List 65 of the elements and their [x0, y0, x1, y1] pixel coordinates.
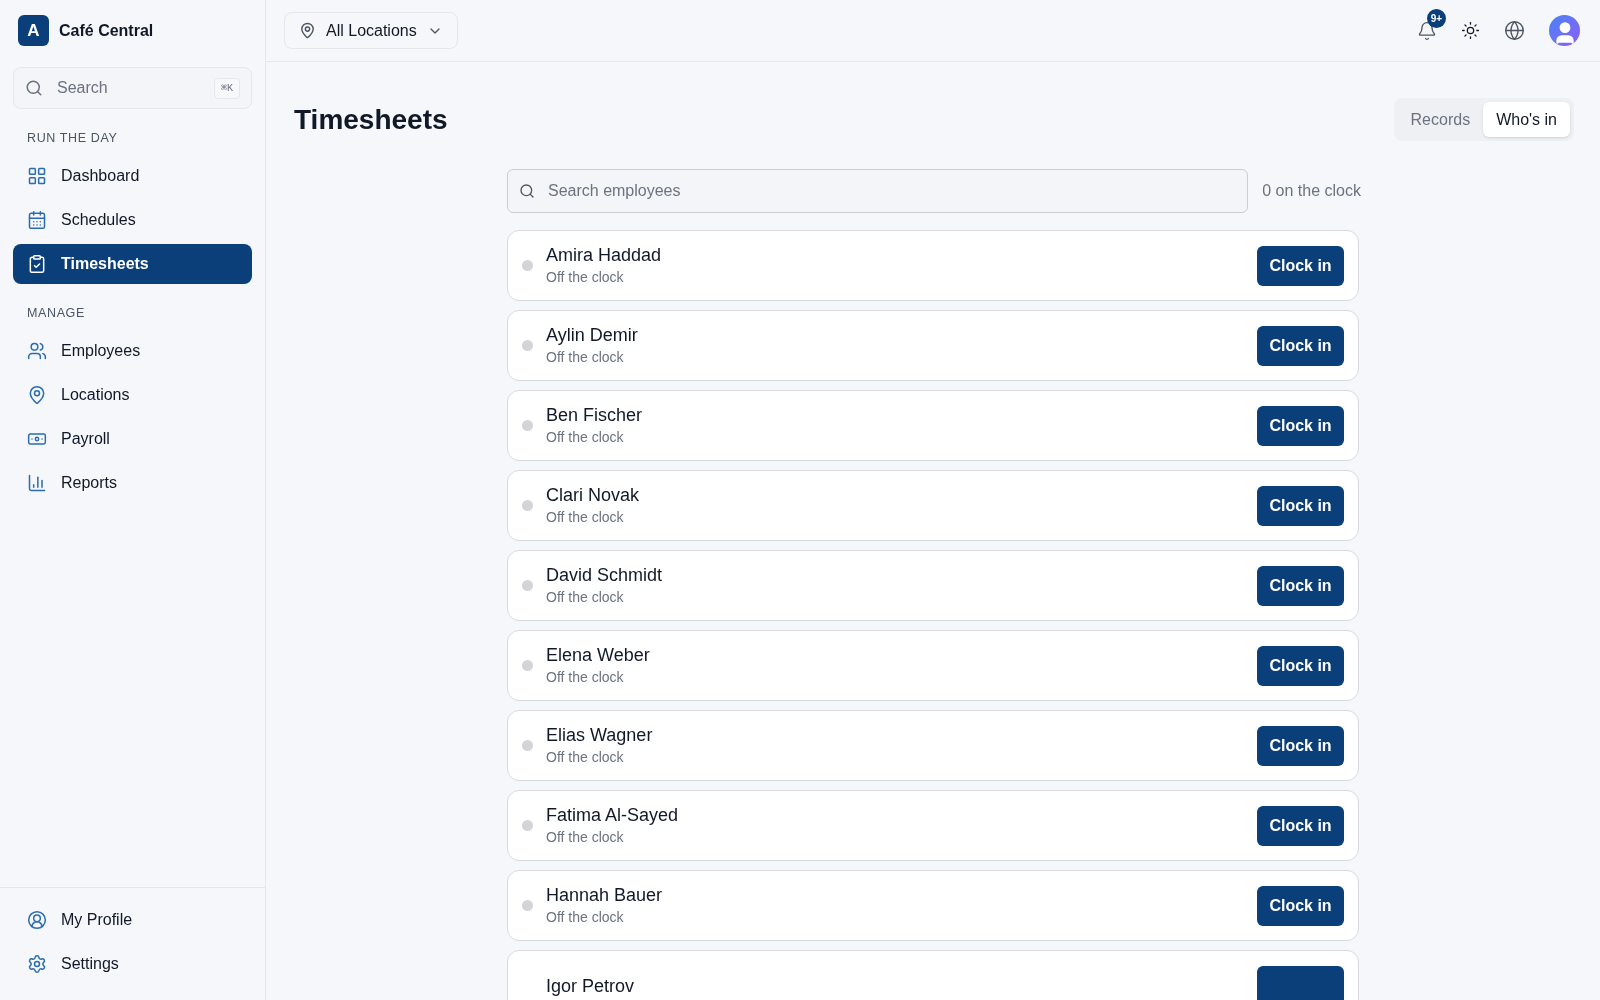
employee-name: Hannah Bauer	[546, 884, 664, 907]
employee-name: Ben Fischer	[546, 404, 644, 427]
avatar[interactable]	[1549, 15, 1580, 46]
nav-item[interactable]: Reports	[13, 462, 252, 503]
nav-item[interactable]: Settings	[13, 944, 252, 984]
employee-search-field[interactable]: Search employees	[507, 169, 1249, 213]
clock-count: 0 on the clock	[1262, 181, 1361, 201]
clock-in-button[interactable]: Clock in	[1257, 885, 1344, 926]
clock-in-button[interactable]: Clock in	[1257, 805, 1344, 846]
nav-item[interactable]: Locations	[13, 374, 252, 415]
employee-name: Elena Weber	[546, 644, 651, 667]
brand-name: Café Central	[59, 20, 154, 41]
page-title: Timesheets	[294, 102, 448, 137]
clock-in-button[interactable]: Clock in	[1257, 245, 1344, 286]
view-tab[interactable]: Who's in	[1483, 102, 1570, 137]
employee-name: Fatima Al-Sayed	[546, 804, 680, 827]
employee-status: Off the clock	[546, 428, 625, 447]
users-icon	[27, 340, 47, 361]
employee-name: Igor Petrov	[546, 974, 636, 998]
shortcut-key: ⌘K	[213, 78, 240, 99]
user-circle-icon	[27, 910, 47, 930]
nav-item[interactable]: Schedules	[13, 199, 252, 240]
employee-name: Amira Haddad	[546, 244, 663, 267]
globe-icon[interactable]	[1504, 20, 1525, 41]
notification-bell-icon[interactable]	[1417, 20, 1437, 41]
bar-chart-icon	[27, 472, 47, 493]
brand-logo: A	[18, 15, 49, 46]
employee-status: Off the clock	[546, 268, 625, 287]
employee-status: Off the clock	[546, 508, 625, 527]
employee-name: David Schmidt	[546, 564, 664, 587]
location-picker[interactable]: All Locations	[284, 12, 458, 49]
employee-status: Off the clock	[546, 748, 625, 767]
map-pin-icon	[27, 384, 47, 405]
employee-status: Off the clock	[546, 908, 625, 927]
dashboard-icon	[27, 165, 47, 186]
employee-status: Off the clock	[546, 588, 625, 607]
employee-status: Off the clock	[546, 828, 625, 847]
clock-in-button[interactable]: Clock in	[1257, 325, 1344, 366]
clock-in-button[interactable]: Clock in	[1257, 725, 1344, 766]
employee-status: Off the clock	[546, 348, 625, 367]
sun-icon[interactable]	[1461, 21, 1480, 40]
clock-in-button[interactable]	[1257, 965, 1344, 1000]
notification-badge: 9+	[1427, 8, 1446, 28]
clock-in-button[interactable]: Clock in	[1257, 485, 1344, 526]
map-pin-icon	[299, 22, 316, 39]
nav-section-heading: RUN THE DAY	[26, 130, 119, 147]
clipboard-icon	[27, 253, 47, 274]
employee-status: Off the clock	[546, 668, 625, 687]
employee-name: Elias Wagner	[546, 724, 654, 747]
employee-name: Aylin Demir	[546, 324, 639, 347]
employee-name: Clari Novak	[546, 484, 641, 507]
nav-item[interactable]: Dashboard	[13, 155, 252, 196]
nav-item[interactable]: Payroll	[13, 418, 252, 459]
view-tab[interactable]: Records	[1397, 102, 1484, 137]
settings-icon	[27, 954, 47, 974]
nav-section-heading: MANAGE	[26, 304, 86, 322]
nav-item[interactable]: Timesheets	[13, 243, 252, 284]
clock-in-button[interactable]: Clock in	[1257, 565, 1344, 606]
clock-in-button[interactable]: Clock in	[1257, 405, 1344, 446]
search-icon	[519, 183, 535, 199]
clock-in-button[interactable]: Clock in	[1257, 645, 1344, 686]
calendar-icon	[27, 209, 47, 230]
nav-item[interactable]: Employees	[13, 330, 252, 371]
search-icon	[25, 79, 43, 97]
nav-item[interactable]: My Profile	[13, 900, 252, 940]
